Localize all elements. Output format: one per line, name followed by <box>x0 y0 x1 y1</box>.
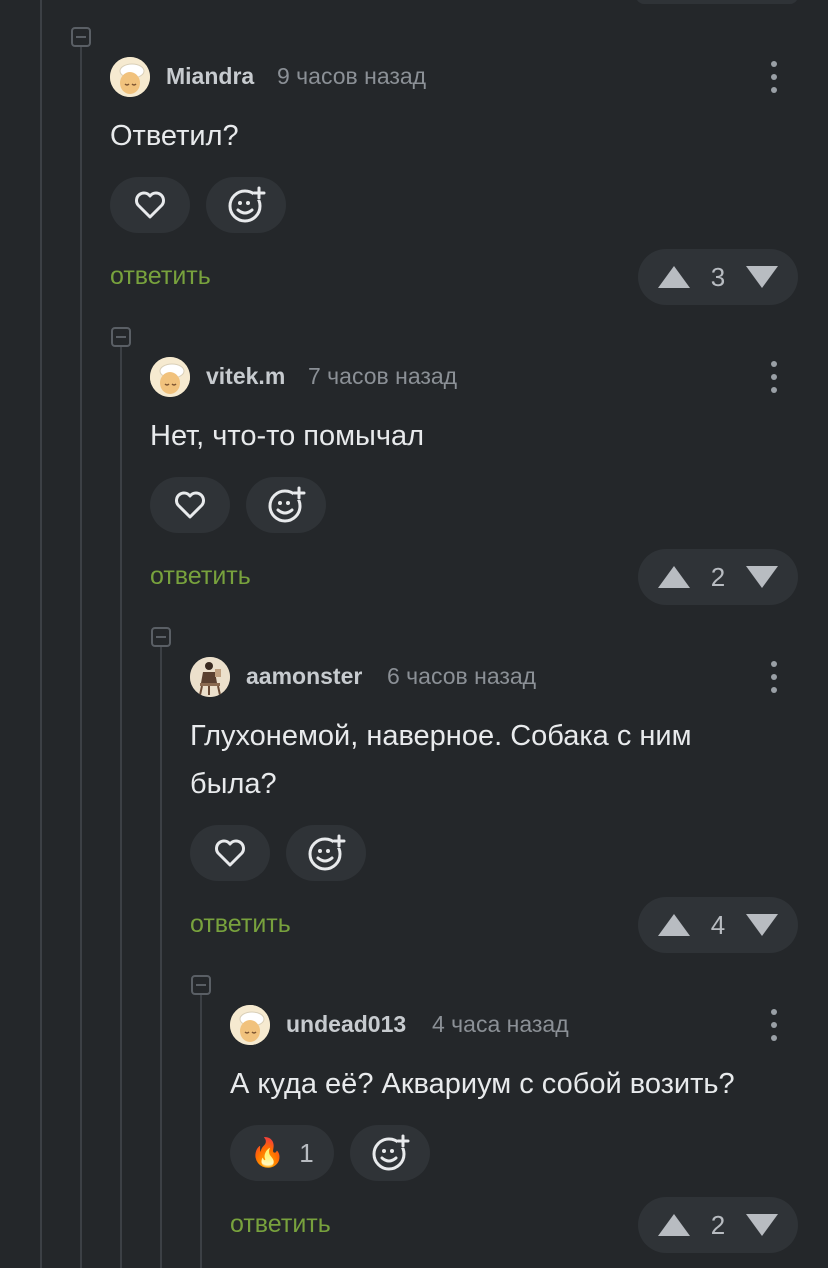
reply-button[interactable]: ответить <box>110 262 211 291</box>
thread-line <box>200 994 202 1268</box>
thread-line <box>80 46 82 1268</box>
reply-button[interactable]: ответить <box>190 910 291 939</box>
collapse-icon[interactable] <box>151 627 171 647</box>
username[interactable]: vitek.m <box>206 363 285 390</box>
comment-text: Ответил? <box>110 120 239 152</box>
add-reaction-button[interactable] <box>286 825 366 881</box>
upvote-icon[interactable] <box>656 911 692 939</box>
collapse-icon[interactable] <box>191 975 211 995</box>
thread-line <box>120 346 122 1268</box>
downvote-icon[interactable] <box>744 1211 780 1239</box>
rating-count: 2 <box>710 1209 726 1240</box>
comment-text: А куда её? Аквариум с собой возить? <box>230 1068 735 1100</box>
downvote-icon[interactable] <box>744 911 780 939</box>
downvote-icon[interactable] <box>744 563 780 591</box>
thread-line <box>160 646 162 1268</box>
add-reaction-icon <box>268 486 306 523</box>
like-button[interactable] <box>110 177 190 233</box>
timestamp: 7 часов назад <box>308 363 458 389</box>
add-reaction-button[interactable] <box>206 177 286 233</box>
heart-icon <box>135 191 165 219</box>
downvote-icon[interactable] <box>744 263 780 291</box>
reaction-count: 1 <box>299 1137 314 1168</box>
upvote-icon[interactable] <box>656 563 692 591</box>
collapse-icon[interactable] <box>111 327 131 347</box>
timestamp: 4 часа назад <box>432 1011 569 1037</box>
vote-widget: 2 <box>638 549 798 605</box>
rating-count: 3 <box>710 261 726 292</box>
egg-chef-avatar[interactable] <box>150 357 190 397</box>
figure-photo-avatar[interactable] <box>190 657 230 697</box>
previous-vote-pill <box>636 0 798 4</box>
collapse-icon[interactable] <box>71 27 91 47</box>
upvote-icon[interactable] <box>656 1211 692 1239</box>
egg-chef-avatar[interactable] <box>110 57 150 97</box>
add-reaction-icon <box>372 1134 410 1171</box>
vote-widget: 2 <box>638 1197 798 1253</box>
add-reaction-icon <box>308 834 346 871</box>
reaction-fire-button[interactable]: 🔥 1 <box>230 1125 334 1181</box>
add-reaction-button[interactable] <box>246 477 326 533</box>
add-reaction-icon <box>228 186 266 223</box>
username[interactable]: undead013 <box>286 1011 406 1038</box>
comment-text: Глухонемой, наверное. Собака с ним была? <box>190 720 692 800</box>
like-button[interactable] <box>190 825 270 881</box>
reply-button[interactable]: ответить <box>150 562 251 591</box>
more-vertical-icon[interactable] <box>764 659 784 695</box>
rating-count: 4 <box>710 909 726 940</box>
more-vertical-icon[interactable] <box>764 59 784 95</box>
fire-icon: 🔥 <box>250 1137 286 1168</box>
more-vertical-icon[interactable] <box>764 1007 784 1043</box>
comment-text: Нет, что-то помычал <box>150 420 425 452</box>
username[interactable]: Miandra <box>166 63 254 90</box>
timestamp: 6 часов назад <box>387 663 537 689</box>
thread-line <box>40 0 42 1268</box>
username[interactable]: aamonster <box>246 663 362 690</box>
heart-icon <box>215 839 245 867</box>
more-vertical-icon[interactable] <box>764 359 784 395</box>
vote-widget: 3 <box>638 249 798 305</box>
heart-icon <box>175 491 205 519</box>
timestamp: 9 часов назад <box>277 63 427 89</box>
reply-button[interactable]: ответить <box>230 1210 331 1239</box>
vote-widget: 4 <box>638 897 798 953</box>
rating-count: 2 <box>710 561 726 592</box>
like-button[interactable] <box>150 477 230 533</box>
egg-chef-avatar[interactable] <box>230 1005 270 1045</box>
add-reaction-button[interactable] <box>350 1125 430 1181</box>
upvote-icon[interactable] <box>656 263 692 291</box>
